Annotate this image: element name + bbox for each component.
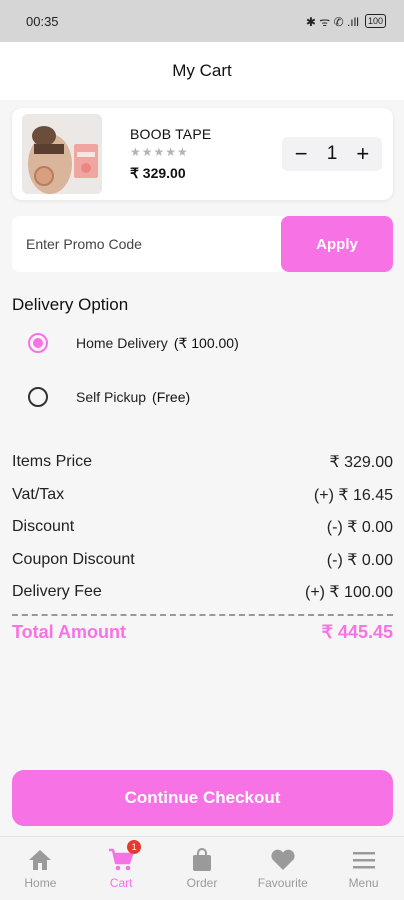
- summary-row-vat: Vat/Tax (+) ₹ 16.45: [12, 479, 393, 512]
- summary-label: Delivery Fee: [12, 583, 102, 601]
- delivery-option-price: (Free): [152, 389, 191, 405]
- status-time: 00:35: [26, 13, 59, 29]
- summary-label: Vat/Tax: [12, 485, 65, 503]
- summary-label: Items Price: [12, 453, 93, 471]
- delivery-option-pickup[interactable]: Self Pickup (Free): [28, 387, 190, 407]
- radio-selected-icon[interactable]: [28, 333, 48, 353]
- delivery-option-label: Home Delivery: [76, 335, 168, 351]
- nav-label: Cart: [109, 876, 133, 890]
- menu-icon: [350, 847, 378, 873]
- summary-row-discount: Discount (-) ₹ 0.00: [12, 511, 393, 544]
- increase-quantity-button[interactable]: +: [350, 141, 376, 167]
- cart-item-card[interactable]: BOOB TAPE ★★★★★ ₹ 329.00 − 1 +: [12, 108, 393, 200]
- summary-row-delivery-fee: Delivery Fee (+) ₹ 100.00: [12, 576, 393, 609]
- heart-icon: [269, 847, 297, 873]
- status-icons-text: ✱ ᯤ ✆ .ıll: [305, 14, 359, 29]
- rating-stars: ★★★★★: [130, 145, 189, 159]
- app-bar: My Cart: [0, 42, 404, 100]
- battery-icon: 100: [364, 14, 386, 28]
- total-amount-label: Total Amount: [12, 621, 126, 642]
- summary-label: Discount: [12, 518, 75, 536]
- nav-label: Home: [24, 876, 57, 890]
- quantity-stepper: − 1 +: [282, 137, 382, 171]
- home-icon: [26, 847, 54, 873]
- nav-label: Menu: [348, 876, 379, 890]
- promo-code-input[interactable]: [12, 216, 282, 272]
- nav-label: Order: [186, 876, 218, 890]
- apply-promo-button[interactable]: Apply: [281, 216, 393, 272]
- status-icons: ✱ ᯤ ✆ .ıll 100: [306, 13, 386, 30]
- summary-row-items-price: Items Price ₹ 329.00: [12, 446, 393, 479]
- summary-value: (+) ₹ 16.45: [313, 486, 393, 504]
- radio-unselected-icon[interactable]: [28, 387, 48, 407]
- total-amount-value: ₹ 445.45: [321, 621, 393, 642]
- status-bar: 00:35 ✱ ᯤ ✆ .ıll 100: [0, 0, 404, 42]
- total-amount-row: Total Amount ₹ 445.45: [12, 622, 393, 643]
- product-image: [22, 114, 102, 194]
- product-name: BOOB TAPE: [130, 126, 212, 142]
- summary-row-coupon-discount: Coupon Discount (-) ₹ 0.00: [12, 544, 393, 577]
- product-price: ₹ 329.00: [130, 165, 186, 181]
- nav-item-menu[interactable]: Menu: [324, 837, 404, 900]
- price-summary: Items Price ₹ 329.00 Vat/Tax (+) ₹ 16.45…: [12, 446, 393, 643]
- quantity-value: 1: [326, 143, 338, 164]
- summary-divider: [12, 613, 393, 616]
- continue-checkout-button[interactable]: Continue Checkout: [12, 770, 393, 826]
- delivery-option-label: Self Pickup: [76, 389, 147, 405]
- delivery-option-title: Delivery Option: [12, 295, 129, 314]
- summary-value: (-) ₹ 0.00: [326, 551, 393, 569]
- nav-item-home[interactable]: Home: [0, 837, 80, 900]
- summary-value: ₹ 329.00: [329, 454, 393, 472]
- nav-item-cart[interactable]: 1 Cart: [81, 837, 161, 900]
- delivery-option-home[interactable]: Home Delivery (₹ 100.00): [28, 333, 239, 353]
- decrease-quantity-button[interactable]: −: [288, 141, 314, 167]
- summary-value: (+) ₹ 100.00: [304, 584, 393, 602]
- cart-count-badge: 1: [127, 840, 142, 854]
- delivery-option-price: (₹ 100.00): [173, 334, 239, 351]
- bag-icon: [188, 847, 216, 873]
- bottom-navigation: Home 1 Cart Order Favourite Menu: [0, 836, 404, 900]
- nav-label: Favourite: [257, 876, 308, 890]
- nav-item-order[interactable]: Order: [162, 837, 242, 900]
- nav-item-favourite[interactable]: Favourite: [243, 837, 323, 900]
- summary-value: (-) ₹ 0.00: [326, 519, 393, 537]
- page-title: My Cart: [172, 61, 232, 80]
- promo-code-box: Apply: [12, 216, 393, 272]
- summary-label: Coupon Discount: [12, 550, 135, 568]
